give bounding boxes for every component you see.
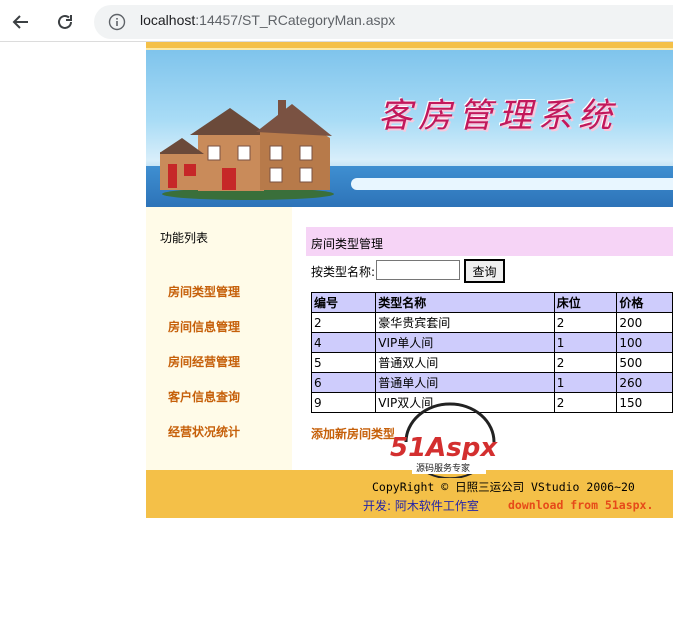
cell-price: 100 (616, 332, 673, 353)
cell-price: 260 (616, 372, 673, 393)
section-header: 房间类型管理 (306, 227, 673, 256)
cell-beds: 1 (553, 332, 618, 353)
sidebar-item-room-info[interactable]: 房间信息管理 (168, 318, 240, 335)
arrow-left-icon (12, 15, 28, 29)
table-header-row: 编号 类型名称 床位 价格 (310, 292, 673, 313)
cell-price: 200 (616, 312, 673, 333)
sidebar-item-business-stats[interactable]: 经营状况统计 (168, 423, 240, 440)
cell-type-name: 普通双人间 (375, 352, 555, 373)
browser-toolbar: localhost:14457/ST_RCategoryMan.aspx (0, 0, 673, 42)
table-row: 6 普通单人间 1 260 (310, 372, 673, 393)
reload-icon (58, 14, 72, 29)
search-input[interactable] (376, 260, 460, 280)
url-host: localhost (140, 12, 196, 28)
top-stripe (146, 42, 673, 50)
sidebar-item-room-type[interactable]: 房间类型管理 (168, 283, 240, 300)
back-button[interactable] (8, 9, 34, 35)
table-row: 2 豪华贵宾套间 2 200 (310, 312, 673, 333)
cell-id: 5 (310, 352, 377, 373)
download-text: download from 51aspx. (508, 498, 654, 512)
cell-beds: 1 (553, 372, 618, 393)
column-header-price: 价格 (616, 292, 673, 313)
table-row: 5 普通双人间 2 500 (310, 352, 673, 373)
cell-price: 500 (616, 352, 673, 373)
add-room-type-link[interactable]: 添加新房间类型 (311, 425, 395, 442)
section-title: 房间类型管理 (311, 237, 384, 251)
column-header-id: 编号 (310, 292, 377, 313)
search-button[interactable]: 查询 (464, 259, 505, 283)
cell-id: 6 (310, 372, 377, 393)
cell-type-name: VIP单人间 (375, 332, 555, 353)
banner-title: 客房管理系统 (378, 96, 618, 136)
cell-beds: 2 (553, 312, 618, 333)
cell-price: 150 (616, 392, 673, 413)
url-text[interactable]: localhost:14457/ST_RCategoryMan.aspx (140, 12, 395, 28)
sidebar-item-customer-query[interactable]: 客户信息查询 (168, 388, 240, 405)
watermark-logo: 51Aspx 源码服务专家 (390, 402, 498, 478)
sidebar-item-room-business[interactable]: 房间经营管理 (168, 353, 240, 370)
room-type-table: 编号 类型名称 床位 价格 2 豪华贵宾套间 2 200 4 VIP单人间 1 … (310, 292, 673, 413)
cell-type-name: 普通单人间 (375, 372, 555, 393)
sidebar-title: 功能列表 (160, 231, 209, 245)
house-illustration (160, 100, 334, 200)
watermark-tagline: 源码服务专家 (416, 462, 470, 474)
search-label: 按类型名称: (311, 265, 376, 279)
cell-id: 9 (310, 392, 377, 413)
reload-button[interactable] (52, 9, 78, 35)
column-header-beds: 床位 (553, 292, 618, 313)
info-icon[interactable] (108, 13, 126, 31)
url-path: :14457/ST_RCategoryMan.aspx (195, 12, 396, 28)
column-header-type-name: 类型名称 (375, 292, 555, 313)
table-row: 4 VIP单人间 1 100 (310, 332, 673, 353)
cell-beds: 2 (553, 392, 618, 413)
cell-id: 2 (310, 312, 377, 333)
banner: 客房管理系统 (146, 50, 673, 207)
banner-band (351, 178, 673, 190)
cell-beds: 2 (553, 352, 618, 373)
copyright-text: CopyRight © 日照三运公司 VStudio 2006~20 (372, 480, 635, 494)
sidebar: 功能列表 房间类型管理 房间信息管理 房间经营管理 客户信息查询 经营状况统计 (146, 207, 292, 470)
watermark-brand: 51Aspx (390, 433, 498, 463)
cell-id: 4 (310, 332, 377, 353)
cell-type-name: 豪华贵宾套间 (375, 312, 555, 333)
developer-text: 开发: 阿木软件工作室 (363, 499, 479, 513)
